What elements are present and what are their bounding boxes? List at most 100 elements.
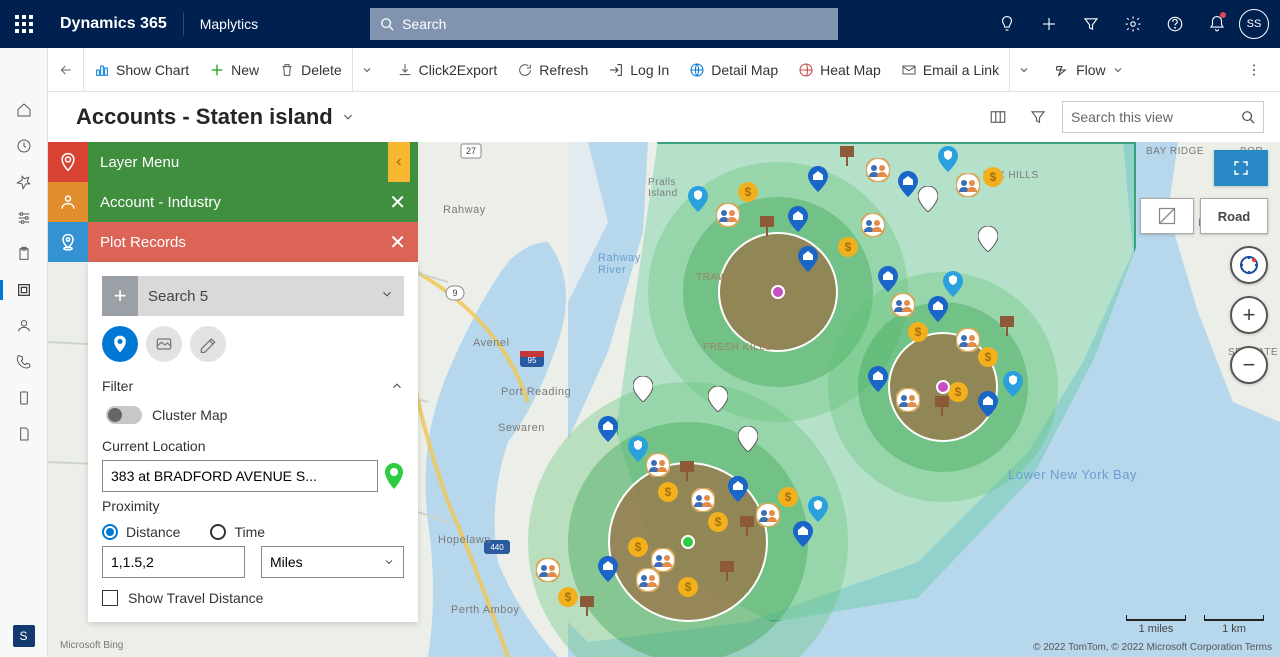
- map-pin-people[interactable]: [536, 558, 560, 582]
- plot-records-row[interactable]: Plot Records✕: [88, 222, 418, 262]
- map-pin-coin[interactable]: $: [708, 512, 728, 532]
- map-pin-white[interactable]: [708, 386, 728, 412]
- rail-recent-icon[interactable]: [0, 128, 48, 164]
- map-pin-people[interactable]: [866, 158, 890, 182]
- rail-s-badge[interactable]: S: [13, 625, 35, 647]
- map-pin-coin[interactable]: $: [778, 487, 798, 507]
- rail-clipboard-icon[interactable]: [0, 236, 48, 272]
- show-travel-checkbox[interactable]: [102, 590, 118, 606]
- add-search-button[interactable]: +: [102, 276, 138, 316]
- map-pin-flag[interactable]: [758, 216, 778, 242]
- map-pin-flag[interactable]: [998, 316, 1018, 342]
- close-icon[interactable]: ✕: [389, 230, 406, 255]
- map-pin-coin[interactable]: $: [678, 577, 698, 597]
- close-icon[interactable]: ✕: [389, 190, 406, 215]
- proximity-center[interactable]: [771, 285, 785, 299]
- heat-map-button[interactable]: Heat Map: [788, 48, 891, 92]
- map-pin-flag[interactable]: [718, 561, 738, 587]
- settings-icon[interactable]: [1112, 0, 1154, 48]
- detail-map-button[interactable]: Detail Map: [679, 48, 788, 92]
- show-chart-button[interactable]: Show Chart: [84, 48, 199, 92]
- map-pin-shield[interactable]: [628, 436, 648, 462]
- rail-doc-icon[interactable]: [0, 416, 48, 452]
- map-pin-shield[interactable]: [1003, 371, 1023, 397]
- map-copyright[interactable]: © 2022 TomTom, © 2022 Microsoft Corporat…: [1033, 642, 1272, 653]
- view-search-input[interactable]: Search this view: [1062, 101, 1264, 133]
- cluster-map-toggle[interactable]: [106, 406, 142, 424]
- email-link-button[interactable]: Email a Link: [891, 48, 1009, 92]
- location-pin-icon[interactable]: [384, 463, 404, 489]
- by-drawing-mode[interactable]: [190, 326, 226, 362]
- add-icon[interactable]: [1028, 0, 1070, 48]
- unit-select[interactable]: Miles: [261, 546, 404, 578]
- rail-contact-icon[interactable]: [0, 308, 48, 344]
- map-pin-shield[interactable]: [688, 186, 708, 212]
- refresh-button[interactable]: Refresh: [507, 48, 598, 92]
- time-radio[interactable]: Time: [210, 524, 265, 540]
- rail-accounts-icon[interactable]: [0, 272, 48, 308]
- category-row[interactable]: Account - Industry✕: [88, 182, 418, 222]
- delete-button[interactable]: Delete: [269, 48, 351, 92]
- map-pin-coin[interactable]: $: [983, 167, 1003, 187]
- layer-tab-category[interactable]: [48, 182, 88, 222]
- map-pin-house[interactable]: [788, 206, 808, 232]
- map-pin-shield[interactable]: [938, 146, 958, 172]
- login-button[interactable]: Log In: [598, 48, 679, 92]
- distance-radio[interactable]: Distance: [102, 524, 180, 540]
- map-pin-house[interactable]: [598, 416, 618, 442]
- map-pin-coin[interactable]: $: [978, 347, 998, 367]
- map-pin-people[interactable]: [691, 488, 715, 512]
- map-pin-flag[interactable]: [578, 596, 598, 622]
- map-pin-white[interactable]: [633, 376, 653, 402]
- rail-sliders-icon[interactable]: [0, 200, 48, 236]
- by-location-mode[interactable]: [102, 326, 138, 362]
- user-avatar[interactable]: SS: [1238, 0, 1280, 48]
- map-pin-coin[interactable]: $: [948, 382, 968, 402]
- rail-device-icon[interactable]: [0, 380, 48, 416]
- map-pin-people[interactable]: [891, 293, 915, 317]
- map-pin-house[interactable]: [978, 391, 998, 417]
- delete-dropdown[interactable]: [352, 48, 387, 92]
- map-pin-people[interactable]: [716, 203, 740, 227]
- map-pin-people[interactable]: [896, 388, 920, 412]
- map-pin-white[interactable]: [738, 426, 758, 452]
- layer-menu-header[interactable]: Layer Menu: [88, 142, 418, 182]
- map-pin-flag[interactable]: [678, 461, 698, 487]
- map-pin-house[interactable]: [868, 366, 888, 392]
- by-region-mode[interactable]: [146, 326, 182, 362]
- zoom-in-button[interactable]: +: [1230, 296, 1268, 334]
- layer-tab-plot[interactable]: [48, 222, 88, 262]
- fullscreen-button[interactable]: [1214, 150, 1268, 186]
- distance-input[interactable]: 1,1.5,2: [102, 546, 245, 578]
- map-pin-house[interactable]: [728, 476, 748, 502]
- notifications-icon[interactable]: [1196, 0, 1238, 48]
- current-location-input[interactable]: 383 at BRADFORD AVENUE S...: [102, 460, 378, 492]
- map-pin-house[interactable]: [798, 246, 818, 272]
- map-pin-coin[interactable]: $: [628, 537, 648, 557]
- app-launcher[interactable]: [0, 0, 48, 48]
- locate-button[interactable]: [1230, 246, 1268, 284]
- search-select[interactable]: + Search 5: [102, 276, 404, 316]
- map-pin-coin[interactable]: $: [908, 322, 928, 342]
- assistant-icon[interactable]: [986, 0, 1028, 48]
- map-pin-house[interactable]: [793, 521, 813, 547]
- map-pin-flag[interactable]: [738, 516, 758, 542]
- map-pin-white[interactable]: [978, 226, 998, 252]
- map-pin-white[interactable]: [918, 186, 938, 212]
- back-button[interactable]: [48, 48, 84, 92]
- click2export-button[interactable]: Click2Export: [387, 48, 508, 92]
- map-pin-flag[interactable]: [838, 146, 858, 172]
- rail-pinned-icon[interactable]: [0, 164, 48, 200]
- current-location-pin[interactable]: [681, 535, 695, 549]
- global-search[interactable]: Search: [370, 8, 838, 40]
- zoom-out-button[interactable]: −: [1230, 346, 1268, 384]
- more-commands[interactable]: [1238, 62, 1270, 78]
- filter-icon[interactable]: [1070, 0, 1112, 48]
- map-pin-people[interactable]: [956, 328, 980, 352]
- aerial-toggle[interactable]: [1140, 198, 1194, 234]
- proximity-center[interactable]: [936, 380, 950, 394]
- map-pin-shield[interactable]: [943, 271, 963, 297]
- view-title-dropdown[interactable]: Accounts - Staten island: [76, 104, 355, 130]
- rail-phone-icon[interactable]: [0, 344, 48, 380]
- map-pin-people[interactable]: [861, 213, 885, 237]
